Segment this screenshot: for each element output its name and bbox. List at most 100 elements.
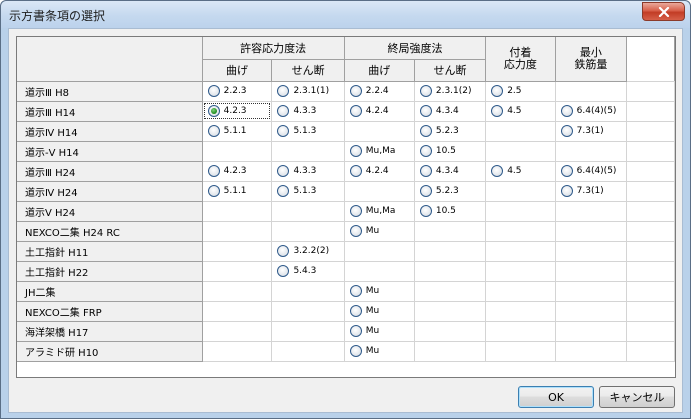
radio-button[interactable] (349, 305, 362, 317)
radio-button[interactable] (560, 165, 573, 177)
grid-cell[interactable]: Mu (344, 321, 415, 342)
clause-option[interactable]: 4.2.3 (203, 102, 271, 120)
grid-cell[interactable]: Mu,Ma (344, 201, 415, 222)
grid-cell[interactable]: 5.2.3 (414, 181, 487, 202)
clause-option[interactable]: Mu (345, 282, 414, 300)
clause-option[interactable]: 10.5 (415, 142, 485, 160)
grid-cell[interactable]: 5.2.3 (414, 121, 487, 142)
grid-cell[interactable]: 4.3.4 (414, 101, 487, 122)
grid-cell[interactable]: Mu (344, 221, 415, 242)
radio-button[interactable] (277, 245, 290, 257)
grid-cell[interactable]: 2.3.1(1) (271, 81, 345, 102)
radio-button[interactable] (560, 185, 573, 197)
grid-cell[interactable]: Mu (344, 301, 415, 322)
clause-option[interactable]: 4.5 (486, 162, 554, 180)
grid-cell[interactable]: 4.5 (485, 161, 556, 182)
grid-cell[interactable]: 2.2.3 (202, 81, 273, 102)
radio-button[interactable] (277, 105, 290, 117)
grid-cell[interactable]: 6.4(4)(5) (555, 161, 628, 182)
grid-cell[interactable]: 2.3.1(2) (414, 81, 487, 102)
grid-cell[interactable]: 5.4.3 (271, 261, 345, 282)
grid-cell[interactable]: 5.1.3 (271, 181, 345, 202)
grid-cell[interactable]: 3.2.2(2) (271, 241, 345, 262)
clause-option[interactable]: 7.3(1) (556, 182, 626, 200)
grid-cell[interactable]: 10.5 (414, 201, 487, 222)
grid-cell[interactable]: 2.2.4 (344, 81, 415, 102)
radio-button[interactable] (277, 85, 290, 97)
radio-button[interactable] (349, 345, 362, 357)
clause-option[interactable]: 2.3.1(2) (415, 82, 485, 100)
radio-checked[interactable] (207, 105, 220, 117)
clause-option[interactable]: 4.5 (486, 102, 554, 120)
radio-button[interactable] (419, 85, 432, 97)
clause-option[interactable]: 2.2.3 (203, 82, 271, 100)
radio-button[interactable] (491, 165, 504, 177)
radio-button[interactable] (560, 125, 573, 137)
radio-button[interactable] (349, 285, 362, 297)
radio-button[interactable] (349, 205, 362, 217)
radio-button[interactable] (207, 125, 220, 137)
clause-option[interactable]: Mu,Ma (345, 202, 414, 220)
cancel-button[interactable]: キャンセル (599, 386, 675, 408)
radio-button[interactable] (419, 145, 432, 157)
clause-option[interactable]: Mu (345, 322, 414, 340)
radio-button[interactable] (349, 105, 362, 117)
grid-cell[interactable]: 5.1.3 (271, 121, 345, 142)
grid-cell[interactable]: 4.3.3 (271, 101, 345, 122)
radio-button[interactable] (560, 105, 573, 117)
close-button[interactable] (642, 2, 685, 21)
radio-button[interactable] (419, 205, 432, 217)
radio-button[interactable] (277, 125, 290, 137)
radio-button[interactable] (277, 185, 290, 197)
radio-button[interactable] (207, 165, 220, 177)
grid-cell[interactable]: 4.2.3 (202, 161, 273, 182)
clause-option[interactable]: 5.2.3 (415, 122, 485, 140)
clause-option[interactable]: 5.4.3 (272, 262, 343, 280)
clause-option[interactable]: 10.5 (415, 202, 485, 220)
radio-button[interactable] (349, 145, 362, 157)
clause-option[interactable]: 5.1.1 (203, 182, 271, 200)
radio-button[interactable] (349, 85, 362, 97)
clause-option[interactable]: 2.3.1(1) (272, 82, 343, 100)
radio-button[interactable] (419, 125, 432, 137)
grid-cell[interactable]: 4.2.4 (344, 101, 415, 122)
radio-button[interactable] (207, 85, 220, 97)
radio-button[interactable] (207, 185, 220, 197)
clause-option[interactable]: 4.3.3 (272, 102, 343, 120)
title-bar[interactable]: 示方書条項の選択 (1, 1, 690, 28)
radio-button[interactable] (349, 325, 362, 337)
clause-option[interactable]: 4.3.3 (272, 162, 343, 180)
grid-cell[interactable]: 4.2.3 (202, 101, 273, 122)
clause-option[interactable]: 4.3.4 (415, 162, 485, 180)
clause-option[interactable]: 4.3.4 (415, 102, 485, 120)
clause-option[interactable]: 6.4(4)(5) (556, 102, 626, 120)
radio-button[interactable] (419, 165, 432, 177)
grid-cell[interactable]: 5.1.1 (202, 181, 273, 202)
clause-option[interactable]: 6.4(4)(5) (556, 162, 626, 180)
grid-cell[interactable]: 10.5 (414, 141, 487, 162)
radio-button[interactable] (491, 85, 504, 97)
radio-button[interactable] (349, 225, 362, 237)
radio-button[interactable] (277, 165, 290, 177)
grid-cell[interactable]: 5.1.1 (202, 121, 273, 142)
grid-cell[interactable]: 4.3.4 (414, 161, 487, 182)
grid-cell[interactable]: Mu (344, 281, 415, 302)
clause-option[interactable]: 2.2.4 (345, 82, 414, 100)
clause-option[interactable]: Mu (345, 342, 414, 360)
clause-option[interactable]: 2.5 (486, 82, 554, 100)
grid-cell[interactable]: 6.4(4)(5) (555, 101, 628, 122)
clause-option[interactable]: Mu,Ma (345, 142, 414, 160)
clause-option[interactable]: 4.2.4 (345, 162, 414, 180)
grid-cell[interactable]: Mu (344, 341, 415, 362)
clause-option[interactable]: 5.1.1 (203, 122, 271, 140)
clause-option[interactable]: 7.3(1) (556, 122, 626, 140)
clause-option[interactable]: 5.2.3 (415, 182, 485, 200)
grid-cell[interactable]: 4.2.4 (344, 161, 415, 182)
ok-button[interactable]: OK (518, 386, 594, 408)
grid-cell[interactable]: Mu,Ma (344, 141, 415, 162)
clause-option[interactable]: 5.1.3 (272, 122, 343, 140)
grid-cell[interactable]: 2.5 (485, 81, 556, 102)
grid-cell[interactable]: 7.3(1) (555, 121, 628, 142)
grid-cell[interactable]: 4.3.3 (271, 161, 345, 182)
clause-option[interactable]: 4.2.4 (345, 102, 414, 120)
